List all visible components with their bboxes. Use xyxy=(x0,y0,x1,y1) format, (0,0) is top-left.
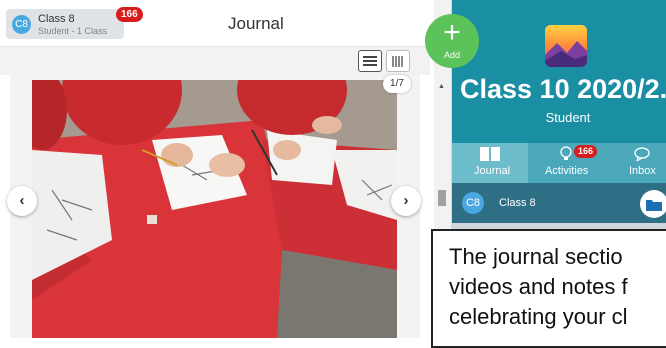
callout-line: celebrating your cl xyxy=(449,304,628,329)
tab-journal-label[interactable]: Journal xyxy=(474,165,510,177)
classroom-photo xyxy=(32,80,397,338)
list-view-icon-line xyxy=(363,60,377,62)
photo-counter: 1/7 xyxy=(383,75,411,93)
lightbulb-icon xyxy=(560,146,572,160)
list-view-icon xyxy=(363,56,377,58)
tab-journal[interactable] xyxy=(452,143,528,183)
folder-button[interactable] xyxy=(640,190,666,218)
class-image-icon xyxy=(545,25,587,67)
class-subtitle: Student - 1 Class xyxy=(38,26,108,36)
page-title: Journal xyxy=(228,14,284,33)
tab-inbox-label[interactable]: Inbox xyxy=(629,165,656,177)
user-role: Student xyxy=(545,110,591,125)
class-logo xyxy=(545,25,587,67)
class-title: Class 10 2020/2... xyxy=(460,74,666,104)
calendar-view-button[interactable] xyxy=(386,50,410,72)
add-button[interactable]: + Add xyxy=(425,14,479,68)
list-view-button[interactable] xyxy=(358,50,382,72)
book-icon xyxy=(480,147,500,161)
plus-icon: + xyxy=(443,16,461,49)
current-class-name: Class 8 xyxy=(499,197,536,209)
next-photo-button[interactable]: › xyxy=(391,186,421,216)
class-switcher[interactable]: C8 Class 8 Student - 1 Class xyxy=(6,9,124,39)
class-avatar: C8 xyxy=(12,15,31,34)
previous-photo-button[interactable]: ‹ xyxy=(7,186,37,216)
tab-activities-label[interactable]: Activities xyxy=(545,165,588,177)
tab-inbox[interactable] xyxy=(610,143,666,183)
callout-line: videos and notes f xyxy=(449,274,628,299)
notification-badge: 166 xyxy=(116,7,143,22)
class-name: Class 8 xyxy=(38,13,75,25)
callout-line: The journal sectio xyxy=(449,244,623,269)
scroll-up-icon[interactable]: ▲ xyxy=(438,83,445,90)
chat-icon xyxy=(634,147,650,161)
calendar-icon xyxy=(392,56,404,67)
chevron-left-icon: ‹ xyxy=(19,192,25,209)
current-class-avatar: C8 xyxy=(462,192,484,214)
callout-text: The journal sectio videos and notes f ce… xyxy=(449,242,666,332)
chevron-right-icon: › xyxy=(403,192,409,209)
add-button-label: Add xyxy=(443,50,460,60)
post-photo[interactable] xyxy=(32,80,397,338)
activities-badge: 166 xyxy=(574,145,598,158)
list-view-icon-line xyxy=(363,64,377,66)
current-class-row[interactable] xyxy=(452,183,666,223)
folder-icon xyxy=(646,200,662,211)
scrollbar-thumb[interactable] xyxy=(438,190,446,206)
